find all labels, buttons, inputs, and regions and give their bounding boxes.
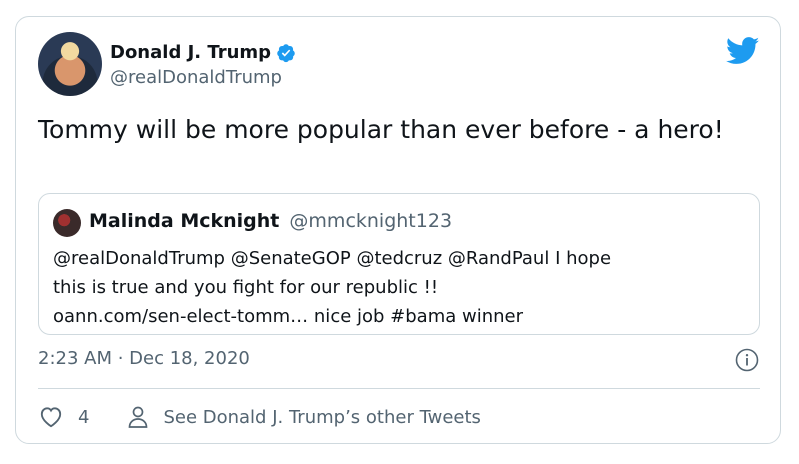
quoted-author-name[interactable]: Malinda Mcknight <box>89 210 279 232</box>
quoted-tweet-text: @realDonaldTrump @SenateGOP @tedcruz @Ra… <box>53 244 743 331</box>
quoted-text-line: oann.com/sen-elect-tomm… nice job #bama … <box>53 306 524 327</box>
divider <box>38 388 760 389</box>
twitter-bird-icon[interactable] <box>726 37 760 65</box>
tweet-card[interactable]: Donald J. Trump @realDonaldTrump Tommy w… <box>15 16 781 444</box>
quoted-author-header: Malinda Mcknight @mmcknight123 <box>89 210 452 232</box>
info-icon[interactable] <box>735 348 759 372</box>
author-name[interactable]: Donald J. Trump <box>110 42 271 63</box>
verified-badge-icon <box>277 43 295 62</box>
author-avatar[interactable] <box>38 32 102 96</box>
tweet-actions: 4 See Donald J. Trump’s other Tweets <box>38 404 481 430</box>
quoted-author-handle[interactable]: @mmcknight123 <box>289 210 452 232</box>
author-handle[interactable]: @realDonaldTrump <box>110 67 282 88</box>
see-other-tweets-link[interactable]: See Donald J. Trump’s other Tweets <box>163 407 480 428</box>
quoted-text-line: @realDonaldTrump @SenateGOP @tedcruz @Ra… <box>53 248 612 269</box>
author-name-row: Donald J. Trump <box>110 42 296 63</box>
quoted-tweet[interactable]: Malinda Mcknight @mmcknight123 @realDona… <box>38 193 760 335</box>
quoted-author-avatar[interactable] <box>53 209 81 237</box>
heart-icon[interactable] <box>38 404 64 430</box>
tweet-text: Tommy will be more popular than ever bef… <box>38 115 724 144</box>
quoted-text-line: this is true and you fight for our repub… <box>53 277 439 298</box>
like-count[interactable]: 4 <box>78 407 89 428</box>
tweet-timestamp[interactable]: 2:23 AM · Dec 18, 2020 <box>38 348 250 369</box>
person-icon[interactable] <box>127 405 149 429</box>
